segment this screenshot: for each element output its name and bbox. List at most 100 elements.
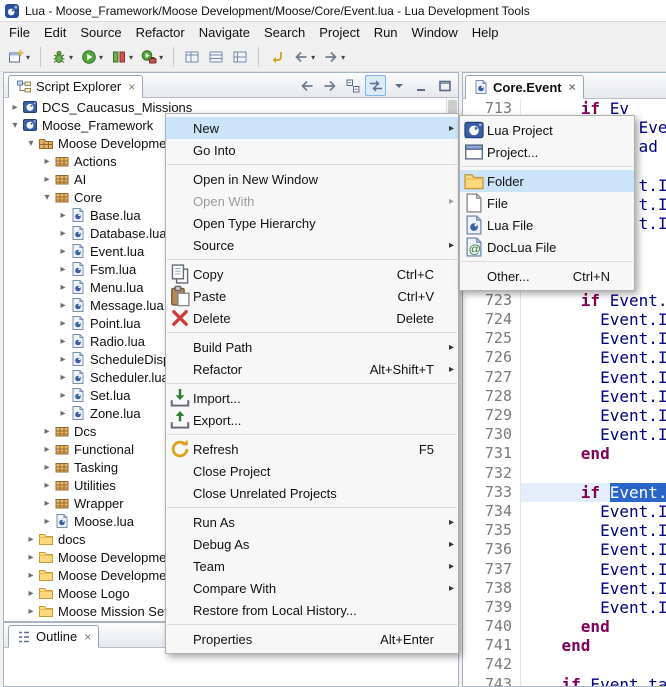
expand-arrow-icon[interactable]: ▸ — [40, 462, 54, 473]
collapse-arrow-icon[interactable]: ▾ — [24, 138, 38, 149]
forward-button[interactable] — [319, 75, 340, 96]
menubar-refactor[interactable]: Refactor — [129, 23, 192, 42]
back-button[interactable]: ▾ — [290, 45, 318, 69]
expand-arrow-icon[interactable]: ▸ — [40, 516, 54, 527]
menubar-source[interactable]: Source — [73, 23, 128, 42]
code-line-737[interactable]: 737 Event.I — [463, 560, 666, 579]
context-menu-item-open-type-hierarchy[interactable]: Open Type Hierarchy — [166, 212, 458, 234]
context-menu-item-import[interactable]: Import... — [166, 387, 458, 409]
context-menu-item-refresh[interactable]: RefreshF5 — [166, 438, 458, 460]
new-submenu-item-project[interactable]: Project... — [460, 141, 634, 163]
expand-arrow-icon[interactable]: ▸ — [56, 408, 70, 419]
code-line-731[interactable]: 731 end — [463, 444, 666, 463]
code-line-727[interactable]: 727 Event.I — [463, 368, 666, 387]
expand-arrow-icon[interactable]: ▸ — [56, 282, 70, 293]
expand-arrow-icon[interactable]: ▸ — [40, 444, 54, 455]
code-line-723[interactable]: 723 if Event. — [463, 291, 666, 310]
menubar-help[interactable]: Help — [465, 23, 506, 42]
code-line-724[interactable]: 724 Event.I — [463, 310, 666, 329]
expand-arrow-icon[interactable]: ▸ — [24, 588, 38, 599]
code-line-730[interactable]: 730 Event.I — [463, 425, 666, 444]
expand-arrow-icon[interactable]: ▸ — [56, 336, 70, 347]
expand-arrow-icon[interactable]: ▸ — [56, 354, 70, 365]
context-menu-item-export[interactable]: Export... — [166, 409, 458, 431]
code-line-743[interactable]: 743 if Event.ta — [463, 675, 666, 686]
code-line-740[interactable]: 740 end — [463, 617, 666, 636]
menubar-navigate[interactable]: Navigate — [192, 23, 257, 42]
link-editor-button[interactable] — [365, 75, 386, 96]
close-icon[interactable]: × — [566, 80, 576, 94]
collapse-arrow-icon[interactable]: ▾ — [40, 192, 54, 203]
expand-arrow-icon[interactable]: ▸ — [40, 426, 54, 437]
menubar-project[interactable]: Project — [312, 23, 366, 42]
context-menu-item-compare-with[interactable]: Compare With▸ — [166, 577, 458, 599]
context-menu-item-debug-as[interactable]: Debug As▸ — [166, 533, 458, 555]
menubar-edit[interactable]: Edit — [37, 23, 73, 42]
context-menu-item-copy[interactable]: CopyCtrl+C — [166, 263, 458, 285]
context-menu-item-properties[interactable]: PropertiesAlt+Enter — [166, 628, 458, 650]
menubar-file[interactable]: File — [2, 23, 37, 42]
context-menu-item-run-as[interactable]: Run As▸ — [166, 511, 458, 533]
context-menu-item-go-into[interactable]: Go Into — [166, 139, 458, 161]
dropdown-arrow-icon[interactable]: ▾ — [69, 53, 73, 62]
tab-core-event[interactable]: Core.Event × — [465, 75, 584, 99]
close-icon[interactable]: × — [81, 630, 91, 644]
close-icon[interactable]: × — [125, 80, 135, 94]
context-menu-item-paste[interactable]: PasteCtrl+V — [166, 285, 458, 307]
maximize-button[interactable] — [434, 75, 455, 96]
new-submenu-item-folder[interactable]: Folder — [460, 170, 634, 192]
context-menu-item-source[interactable]: Source▸ — [166, 234, 458, 256]
dropdown-arrow-icon[interactable]: ▾ — [129, 53, 133, 62]
context-menu-item-close-project[interactable]: Close Project — [166, 460, 458, 482]
menubar-run[interactable]: Run — [367, 23, 405, 42]
expand-arrow-icon[interactable]: ▸ — [40, 480, 54, 491]
expand-arrow-icon[interactable]: ▸ — [56, 318, 70, 329]
tab-script-explorer[interactable]: Script Explorer × — [8, 75, 143, 98]
expand-arrow-icon[interactable]: ▸ — [24, 606, 38, 617]
run-button[interactable]: ▾ — [78, 45, 106, 69]
debug-button[interactable]: ▾ — [48, 45, 76, 69]
code-line-732[interactable]: 732 — [463, 464, 666, 483]
code-line-741[interactable]: 741 end — [463, 636, 666, 655]
expand-arrow-icon[interactable]: ▸ — [56, 228, 70, 239]
context-menu-item-open-in-new-window[interactable]: Open in New Window — [166, 168, 458, 190]
code-line-729[interactable]: 729 Event.I — [463, 406, 666, 425]
code-line-735[interactable]: 735 Event.I — [463, 521, 666, 540]
dropdown-arrow-icon[interactable]: ▾ — [99, 53, 103, 62]
expand-arrow-icon[interactable]: ▸ — [56, 210, 70, 221]
new-wizard-button[interactable]: ▾ — [5, 45, 33, 69]
new-submenu-item-lua-file[interactable]: Lua File — [460, 214, 634, 236]
code-line-734[interactable]: 734 Event.I — [463, 502, 666, 521]
menubar-window[interactable]: Window — [405, 23, 465, 42]
coverage-button[interactable]: ▾ — [108, 45, 136, 69]
code-line-742[interactable]: 742 — [463, 655, 666, 674]
context-menu-item-new[interactable]: New▸ — [166, 117, 458, 139]
expand-arrow-icon[interactable]: ▸ — [8, 102, 22, 113]
minimize-button[interactable] — [411, 75, 432, 96]
expand-arrow-icon[interactable]: ▸ — [56, 246, 70, 257]
view-menu-button[interactable] — [388, 75, 409, 96]
code-line-726[interactable]: 726 Event.I — [463, 348, 666, 367]
dropdown-arrow-icon[interactable]: ▾ — [311, 53, 315, 62]
expand-arrow-icon[interactable]: ▸ — [24, 570, 38, 581]
back-button[interactable] — [296, 75, 317, 96]
view-toggle-a-button[interactable] — [181, 45, 203, 69]
new-submenu-item-lua-project[interactable]: Lua Project — [460, 119, 634, 141]
context-menu-item-build-path[interactable]: Build Path▸ — [166, 336, 458, 358]
context-menu-item-delete[interactable]: DeleteDelete — [166, 307, 458, 329]
expand-arrow-icon[interactable]: ▸ — [40, 498, 54, 509]
collapse-all-button[interactable] — [342, 75, 363, 96]
last-edit-button[interactable] — [266, 45, 288, 69]
code-line-725[interactable]: 725 Event.I — [463, 329, 666, 348]
forward-button[interactable]: ▾ — [320, 45, 348, 69]
expand-arrow-icon[interactable]: ▸ — [24, 534, 38, 545]
expand-arrow-icon[interactable]: ▸ — [40, 174, 54, 185]
dropdown-arrow-icon[interactable]: ▾ — [26, 53, 30, 62]
new-submenu-item-file[interactable]: File — [460, 192, 634, 214]
dropdown-arrow-icon[interactable]: ▾ — [159, 53, 163, 62]
context-menu-item-team[interactable]: Team▸ — [166, 555, 458, 577]
tab-outline[interactable]: Outline × — [8, 625, 99, 648]
expand-arrow-icon[interactable]: ▸ — [40, 156, 54, 167]
expand-arrow-icon[interactable]: ▸ — [56, 372, 70, 383]
code-line-739[interactable]: 739 Event.I — [463, 598, 666, 617]
